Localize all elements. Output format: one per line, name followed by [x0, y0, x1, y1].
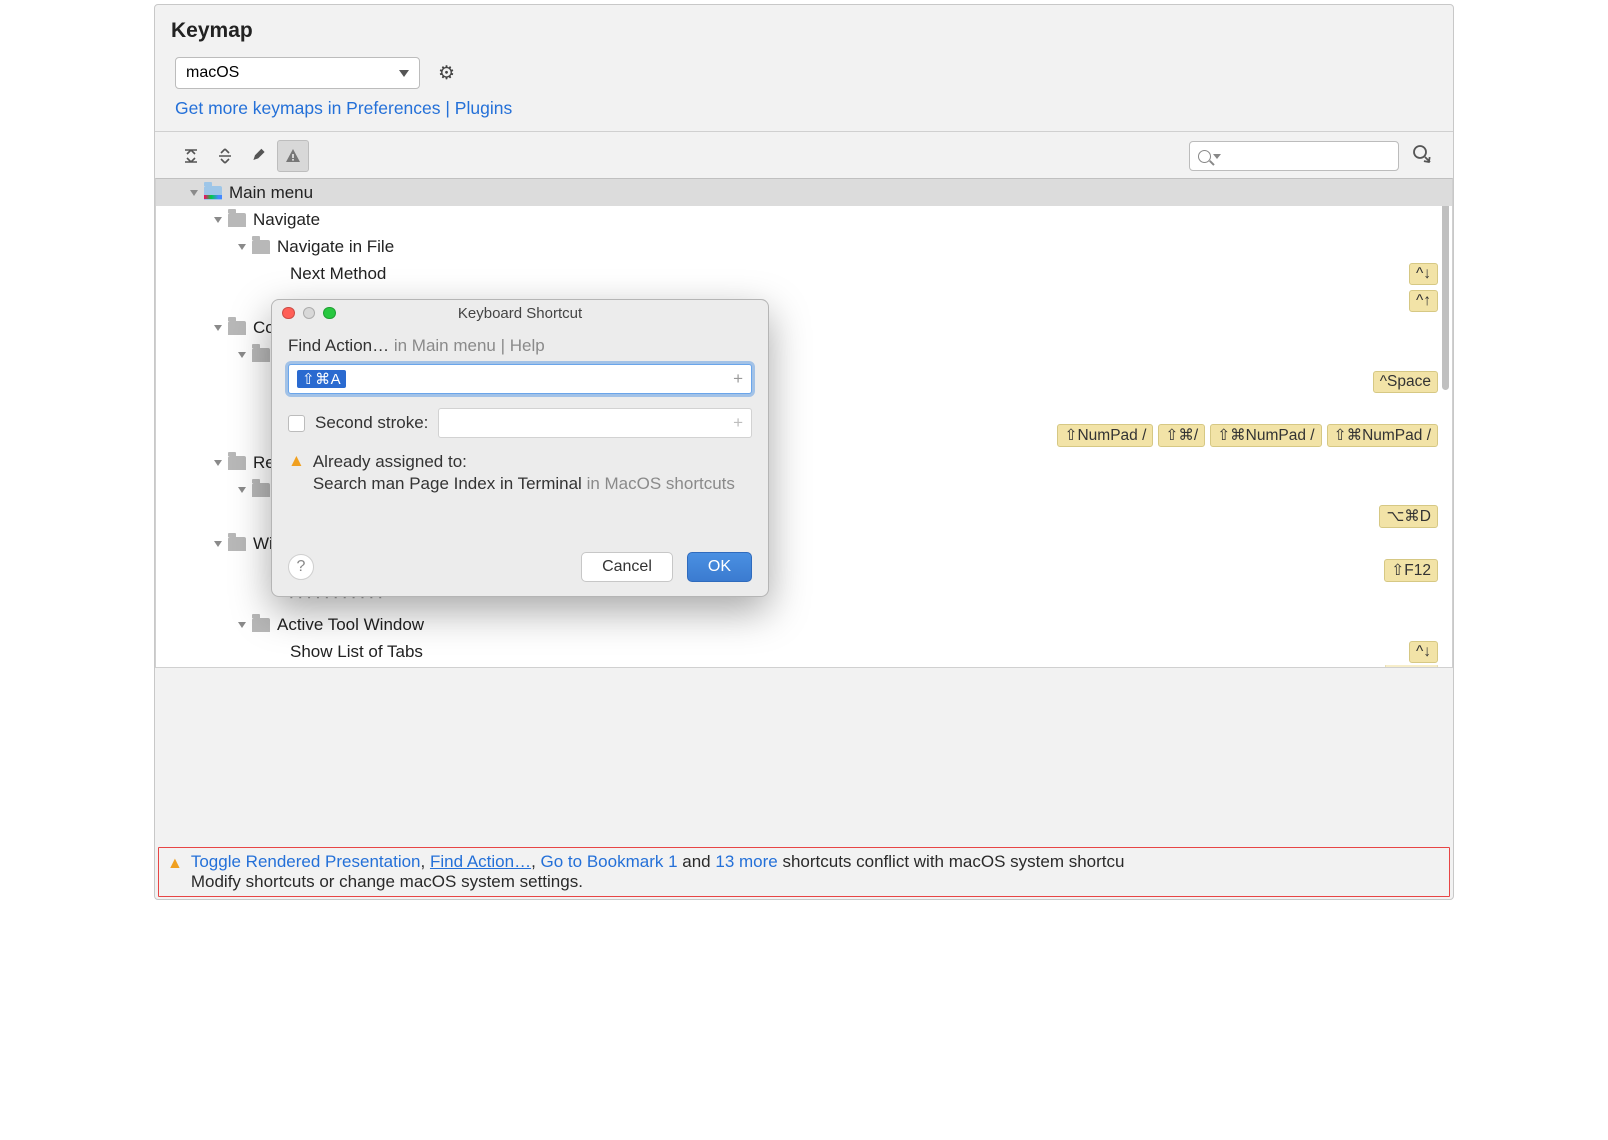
- more-keymaps-link[interactable]: Get more keymaps in Preferences | Plugin…: [171, 89, 1437, 131]
- folder-icon: [228, 456, 246, 470]
- shortcut-tag: ⇧F12: [1384, 559, 1438, 582]
- chevron-down-icon: [399, 70, 409, 77]
- collapse-all-button[interactable]: [209, 140, 241, 172]
- second-stroke-checkbox[interactable]: [288, 415, 305, 432]
- warning-icon: ▲: [167, 855, 183, 873]
- folder-icon: [252, 618, 270, 632]
- folder-icon: [228, 537, 246, 551]
- tree-row-navigate-in-file[interactable]: Navigate in File: [156, 233, 1452, 260]
- plus-icon: +: [733, 413, 743, 433]
- shortcut-tag: ^Space: [1373, 371, 1438, 393]
- shortcut-tag: ⌥⌘D: [1379, 505, 1438, 528]
- minimize-icon: [303, 307, 316, 320]
- conflict-more-link[interactable]: 13 more: [715, 852, 777, 871]
- tree-row-next-project-window[interactable]: Next Project Window⌥⌘`: [156, 665, 1452, 668]
- tree-row-main-menu[interactable]: Main menu: [156, 179, 1452, 206]
- show-conflicts-button[interactable]: [277, 140, 309, 172]
- keymap-select-value: macOS: [186, 64, 239, 82]
- shortcut-tag: ⇧⌘NumPad /: [1210, 424, 1321, 447]
- gear-icon[interactable]: ⚙: [438, 62, 455, 85]
- shortcut-tag: ⇧⌘/: [1158, 424, 1205, 447]
- keymap-select[interactable]: macOS: [175, 57, 420, 89]
- shortcut-tag: ^↑: [1409, 290, 1438, 312]
- shortcut-tag: ⇧⌘NumPad /: [1327, 424, 1438, 447]
- folder-icon: [252, 240, 270, 254]
- warning-icon: ▲: [288, 452, 305, 469]
- tree-row-show-tabs[interactable]: Show List of Tabs^↓: [156, 638, 1452, 665]
- ok-button[interactable]: OK: [687, 552, 752, 582]
- shortcut-tag: ^↓: [1409, 263, 1438, 285]
- second-stroke-input: +: [438, 408, 752, 438]
- keyboard-shortcut-dialog: Keyboard Shortcut Find Action… in Main m…: [271, 299, 769, 597]
- chevron-down-icon: [1213, 154, 1221, 159]
- conflict-link-find-action[interactable]: Find Action…: [430, 852, 531, 871]
- plus-icon[interactable]: +: [733, 369, 743, 389]
- already-assigned-warning: ▲ Already assigned to: Search man Page I…: [288, 452, 752, 494]
- zoom-icon[interactable]: [323, 307, 336, 320]
- folder-icon: [252, 483, 270, 497]
- conflict-link[interactable]: Go to Bookmark 1: [541, 852, 678, 871]
- conflict-notice-line2: Modify shortcuts or change macOS system …: [191, 872, 1125, 892]
- edit-shortcut-button[interactable]: [243, 140, 275, 172]
- search-icon: [1198, 150, 1211, 163]
- conflict-link[interactable]: Toggle Rendered Presentation: [191, 852, 421, 871]
- tree-row-active-tool-window[interactable]: Active Tool Window: [156, 611, 1452, 638]
- folder-icon: [228, 213, 246, 227]
- folder-icon: [204, 186, 222, 200]
- page-title: Keymap: [171, 19, 1437, 43]
- expand-all-button[interactable]: [175, 140, 207, 172]
- cancel-button[interactable]: Cancel: [581, 552, 673, 582]
- first-stroke-value: ⇧⌘A: [297, 370, 346, 388]
- tree-row-next-method[interactable]: Next Method^↓: [156, 260, 1452, 287]
- dialog-titlebar[interactable]: Keyboard Shortcut: [272, 300, 768, 326]
- help-button[interactable]: ?: [288, 554, 314, 580]
- first-stroke-input[interactable]: ⇧⌘A +: [288, 364, 752, 394]
- keymap-preferences-panel: Keymap macOS ⚙ Get more keymaps in Prefe…: [154, 4, 1454, 900]
- find-by-shortcut-button[interactable]: [1411, 143, 1433, 170]
- folder-icon: [228, 321, 246, 335]
- shortcut-tag: ^↓: [1409, 641, 1438, 663]
- tree-row-navigate[interactable]: Navigate: [156, 206, 1452, 233]
- shortcut-tag: ⇧NumPad /: [1057, 424, 1153, 447]
- conflict-notice: ▲ Toggle Rendered Presentation, Find Act…: [158, 847, 1450, 897]
- second-stroke-label: Second stroke:: [315, 413, 428, 433]
- folder-icon: [252, 348, 270, 362]
- close-icon[interactable]: [282, 307, 295, 320]
- toolbar: [171, 132, 1437, 178]
- dialog-title: Keyboard Shortcut: [458, 305, 582, 322]
- search-input[interactable]: [1189, 141, 1399, 171]
- shortcut-tag: ⌥⌘`: [1385, 665, 1438, 668]
- dialog-action-path: Find Action… in Main menu | Help: [288, 336, 752, 356]
